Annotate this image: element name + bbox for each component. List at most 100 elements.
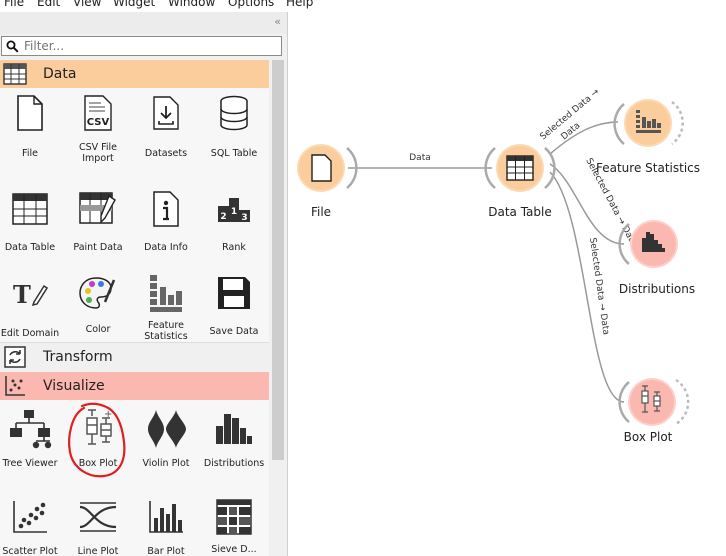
data-category-icon: [2, 62, 28, 86]
database-icon: [200, 88, 268, 138]
widget-label: Scatter Plot: [2, 546, 58, 556]
widget-label: Tree Viewer: [2, 458, 58, 469]
svg-text:T: T: [13, 280, 31, 308]
widget-panel-scrollbar[interactable]: [270, 60, 286, 556]
widget-scatter-plot[interactable]: Scatter Plot: [0, 492, 64, 556]
info-icon: [132, 184, 200, 234]
node-label-distributions: Distributions: [618, 282, 696, 296]
scatter-icon: [0, 492, 64, 542]
menu-file[interactable]: File: [4, 0, 24, 9]
widget-edit-domain[interactable]: T Edit Domain: [0, 268, 64, 339]
widget-label: Data Info: [144, 242, 188, 253]
table-icon: [0, 184, 64, 234]
node-feature-statistics[interactable]: [613, 99, 684, 147]
panel-header: «: [0, 12, 287, 34]
collapse-panel-button[interactable]: «: [274, 15, 281, 28]
node-file[interactable]: [297, 144, 358, 192]
widget-line-plot[interactable]: Line Plot: [64, 492, 132, 556]
widget-label: Line Plot: [77, 546, 119, 556]
file-icon: [0, 88, 64, 138]
widget-sieve-diagram[interactable]: Sieve D...: [200, 492, 268, 555]
datasets-icon: [132, 88, 200, 138]
widget-sql-table[interactable]: SQL Table: [200, 88, 268, 159]
node-label-file: File: [310, 205, 332, 219]
widget-color[interactable]: Color: [64, 268, 132, 335]
widget-label: Violin Plot: [142, 458, 190, 469]
category-visualize-label: Visualize: [43, 378, 105, 394]
menu-help[interactable]: Help: [286, 0, 313, 9]
menu-edit[interactable]: Edit: [37, 0, 60, 9]
widget-label: Save Data: [209, 326, 259, 337]
widget-feature-statistics[interactable]: Feature Statistics: [132, 268, 200, 342]
paint-icon: [64, 184, 132, 234]
widget-label: Color: [85, 324, 111, 335]
node-label-data-table: Data Table: [488, 205, 552, 219]
widget-label: Datasets: [144, 148, 188, 159]
category-transform-header[interactable]: Transform: [0, 342, 269, 371]
widget-panel: « Data File: [0, 12, 288, 556]
node-label-box-plot: Box Plot: [623, 430, 673, 444]
widget-label: Bar Plot: [147, 546, 185, 556]
category-data-header[interactable]: Data: [0, 60, 269, 88]
widget-label: Edit Domain: [0, 328, 60, 339]
widget-distributions[interactable]: Distributions: [200, 404, 268, 469]
svg-text:3: 3: [241, 213, 247, 223]
rank-icon: 213: [200, 184, 268, 234]
category-visualize-header[interactable]: Visualize: [0, 372, 269, 400]
palette-icon: [64, 268, 132, 318]
widget-label: Rank: [222, 242, 246, 253]
widget-bar-plot[interactable]: Bar Plot: [132, 492, 200, 556]
widget-tree-viewer[interactable]: Tree Viewer: [0, 404, 64, 469]
filter-box: [1, 36, 282, 56]
node-box-plot[interactable]: [618, 378, 690, 426]
filter-input[interactable]: [24, 38, 274, 54]
widget-csv-file-import[interactable]: CSV CSV File Import: [64, 88, 132, 164]
widget-paint-data[interactable]: Paint Data: [64, 184, 132, 253]
widget-label: CSV File Import: [78, 142, 118, 164]
widget-label: Sieve D...: [211, 544, 257, 555]
widget-rank[interactable]: 213 Rank: [200, 184, 268, 253]
violin-icon: [132, 404, 200, 454]
search-icon: [6, 40, 19, 53]
menu-window[interactable]: Window: [168, 0, 215, 9]
menu-view[interactable]: View: [73, 0, 101, 9]
node-label-feature-statistics: Feature Statistics: [595, 161, 701, 175]
csv-icon: CSV: [64, 88, 132, 138]
widget-label: Data Table: [4, 242, 56, 253]
feature-stats-icon: [132, 268, 200, 318]
edit-domain-icon: T: [0, 268, 64, 318]
widget-label: File: [22, 148, 38, 159]
visualize-category-icon: [2, 374, 28, 398]
menu-options[interactable]: Options: [228, 0, 274, 9]
barplot-icon: [132, 492, 200, 542]
link-label-data: Data: [409, 153, 431, 163]
node-data-table[interactable]: [484, 144, 556, 192]
tree-icon: [0, 404, 64, 454]
workflow-canvas[interactable]: Data Selected Data → Data Selected Data …: [288, 12, 726, 556]
lineplot-icon: [64, 492, 132, 542]
widget-data-info[interactable]: Data Info: [132, 184, 200, 253]
widget-label: Paint Data: [73, 242, 123, 253]
data-widgets: File CSV CSV File Import Datasets SQL Ta…: [0, 88, 269, 342]
save-icon: [200, 268, 268, 318]
menu-widget[interactable]: Widget: [113, 0, 155, 9]
widget-file[interactable]: File: [0, 88, 64, 159]
file-icon: [311, 154, 332, 182]
sieve-icon: [200, 492, 268, 542]
menubar: File Edit View Widget Window Options Hel…: [0, 0, 726, 12]
category-data-label: Data: [43, 66, 77, 82]
widget-label: SQL Table: [210, 148, 258, 159]
widget-datasets[interactable]: Datasets: [132, 88, 200, 159]
widget-label: Distributions: [203, 458, 265, 469]
table-icon: [506, 155, 534, 181]
svg-text:2: 2: [220, 212, 226, 222]
svg-text:1: 1: [231, 207, 237, 217]
category-transform-label: Transform: [43, 349, 113, 365]
widget-violin-plot[interactable]: Violin Plot: [132, 404, 200, 469]
transform-category-icon: [2, 345, 28, 369]
widget-save-data[interactable]: Save Data: [200, 268, 268, 337]
widget-data-table[interactable]: Data Table: [0, 184, 64, 253]
scrollbar-thumb[interactable]: [272, 60, 284, 460]
visualize-widgets: Tree Viewer + Box Plot Violin Plot Distr…: [0, 400, 269, 556]
svg-text:CSV: CSV: [87, 117, 110, 128]
